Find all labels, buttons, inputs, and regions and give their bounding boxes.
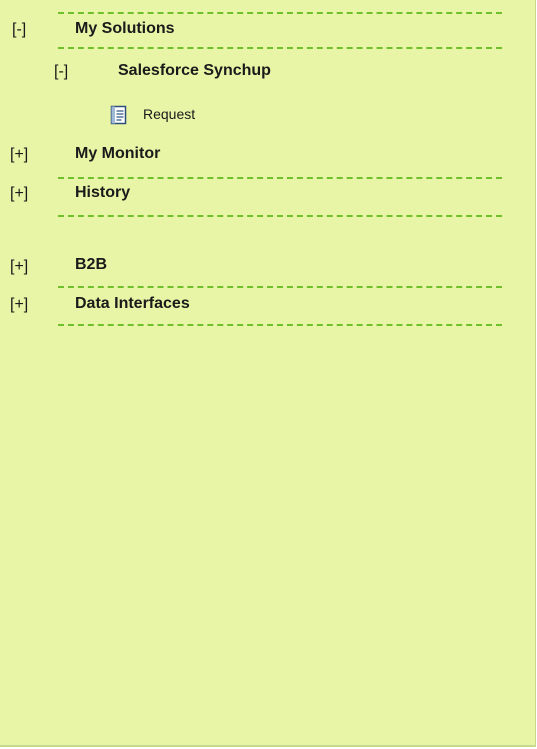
separator <box>58 47 502 49</box>
expand-toggle-data-interfaces[interactable]: [+] <box>10 296 28 314</box>
collapse-toggle-my-solutions[interactable]: [-] <box>12 21 26 39</box>
tree-label-request[interactable]: Request <box>143 106 195 122</box>
separator <box>58 12 502 14</box>
tree-label-salesforce-synchup[interactable]: Salesforce Synchup <box>118 62 271 80</box>
expand-toggle-b2b[interactable]: [+] <box>10 258 28 276</box>
tree-label-my-solutions[interactable]: My Solutions <box>75 20 175 38</box>
separator <box>58 215 502 217</box>
tree-label-data-interfaces[interactable]: Data Interfaces <box>75 295 190 313</box>
separator <box>58 286 502 288</box>
expand-toggle-history[interactable]: [+] <box>10 185 28 203</box>
expand-toggle-my-monitor[interactable]: [+] <box>10 146 28 164</box>
document-icon <box>110 105 127 125</box>
tree-label-b2b[interactable]: B2B <box>75 256 107 274</box>
separator <box>58 324 502 326</box>
tree-label-history[interactable]: History <box>75 184 130 202</box>
separator <box>58 177 502 179</box>
collapse-toggle-salesforce-synchup[interactable]: [-] <box>54 63 68 81</box>
tree-label-my-monitor[interactable]: My Monitor <box>75 145 160 163</box>
navigation-tree-panel: [-] My Solutions [-] Salesforce Synchup … <box>0 0 536 747</box>
